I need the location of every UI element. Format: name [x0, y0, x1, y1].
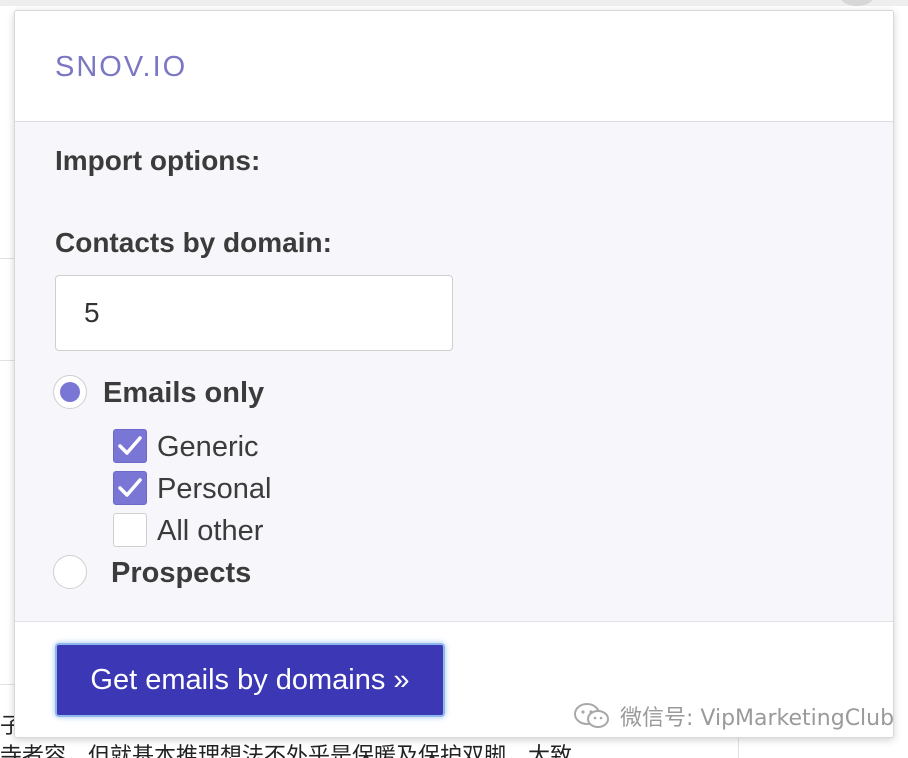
all-other-checkbox[interactable]: [113, 513, 147, 547]
check-icon: [118, 436, 142, 455]
check-icon: [118, 478, 142, 497]
emails-only-radio[interactable]: [53, 375, 87, 409]
background-top-bar: [0, 0, 908, 6]
wechat-icon: [574, 703, 609, 728]
background-divider: [0, 360, 14, 361]
contacts-by-domain-label: Contacts by domain:: [55, 227, 332, 258]
background-divider: [738, 738, 739, 758]
contacts-by-domain-input[interactable]: [55, 275, 453, 351]
prospects-label[interactable]: Prospects: [111, 557, 251, 590]
snovio-popup: SNOV.IO Import options: Contacts by doma…: [14, 10, 894, 738]
personal-label[interactable]: Personal: [157, 473, 271, 506]
generic-checkbox[interactable]: [113, 429, 147, 463]
emails-only-label[interactable]: Emails only: [103, 377, 264, 410]
popup-header: SNOV.IO: [15, 11, 893, 122]
wechat-watermark: 微信号: VipMarketingClub: [572, 700, 894, 732]
generic-label[interactable]: Generic: [157, 431, 259, 464]
import-options-heading: Import options:: [55, 145, 261, 176]
get-emails-by-domains-button[interactable]: Get emails by domains »: [55, 643, 445, 717]
prospects-radio[interactable]: [53, 555, 87, 589]
all-other-label[interactable]: All other: [157, 515, 263, 548]
personal-checkbox[interactable]: [113, 471, 147, 505]
brand-logo-text: SNOV.IO: [55, 51, 188, 83]
background-divider: [0, 684, 14, 685]
background-text-line: 寺者容，但就基本推理想法不外乎是保暖及保护双脚，大致: [0, 744, 573, 758]
background-divider: [0, 258, 14, 259]
watermark-text: 微信号: VipMarketingClub: [620, 706, 895, 731]
